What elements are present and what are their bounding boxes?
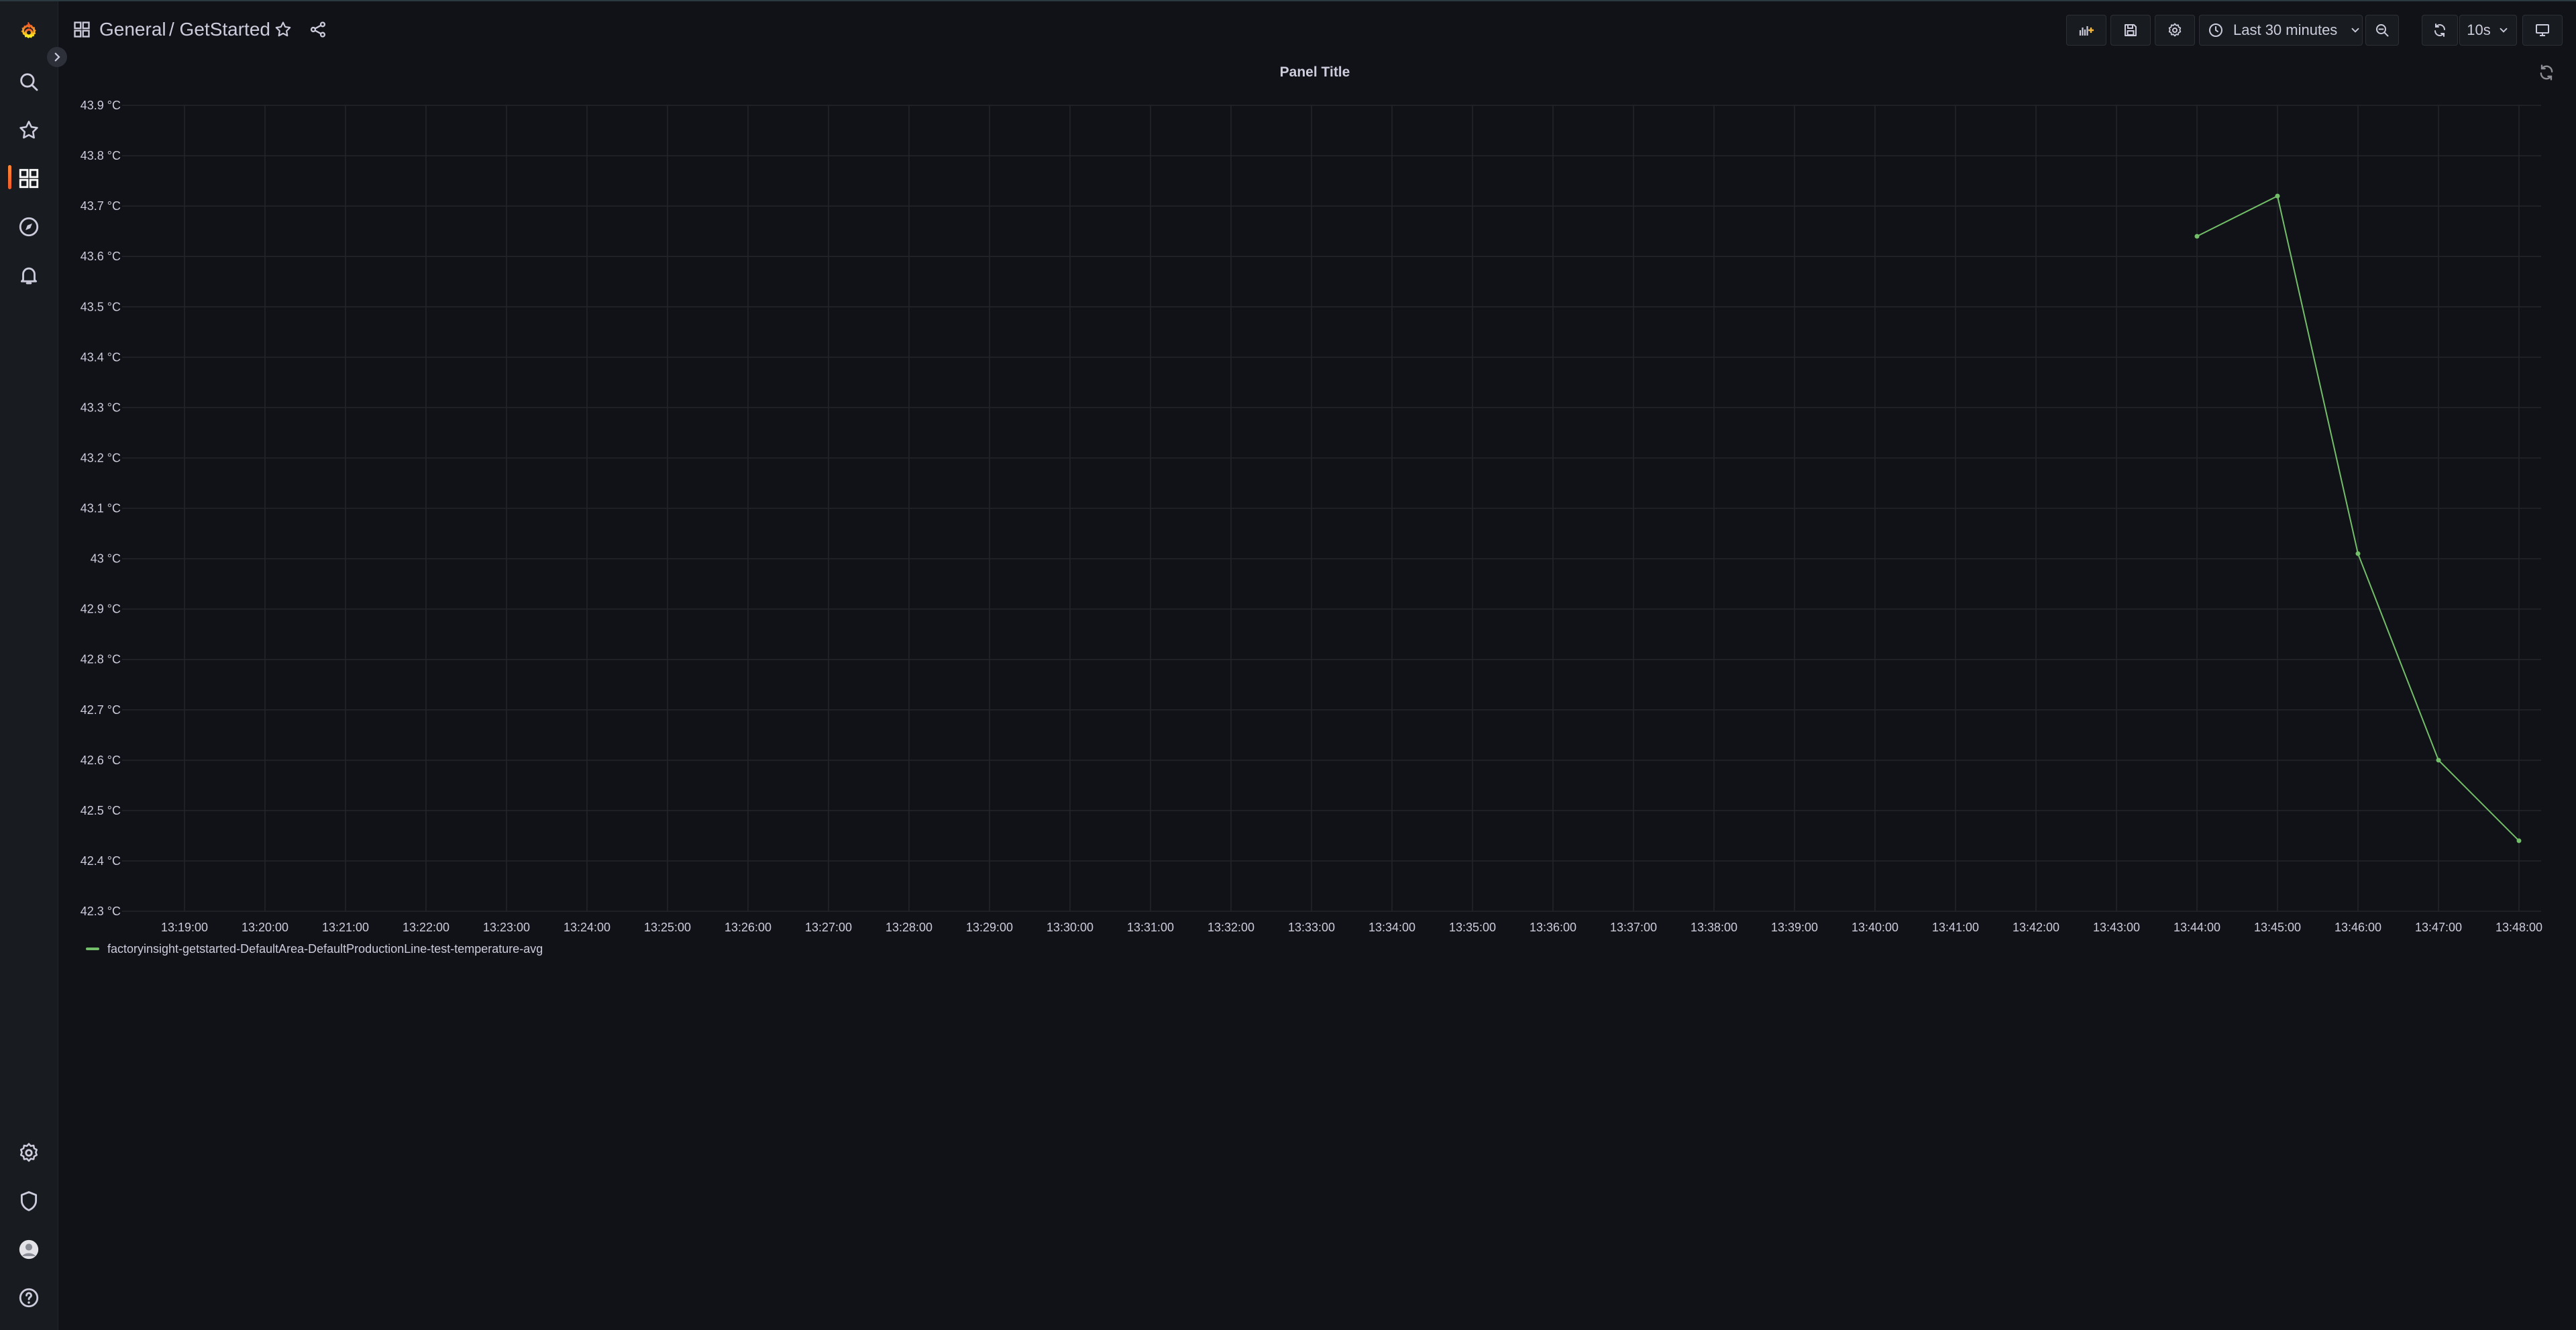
data-point <box>2275 193 2280 199</box>
time-series-chart[interactable]: 43.9 °C 43.8 °C 43.7 °C 43.6 °C 43.5 °C 43.4 … <box>0 0 2576 1330</box>
y-tick-label: 43 °C <box>91 552 121 566</box>
y-tick-label: 43.2 °C <box>80 451 121 464</box>
x-tick-label: 13:32:00 <box>1208 921 1254 934</box>
x-tick-label: 13:38:00 <box>1690 921 1737 934</box>
x-tick-label: 13:24:00 <box>564 921 610 934</box>
y-tick-label: 43.3 °C <box>80 401 121 414</box>
y-tick-label: 42.3 °C <box>80 905 121 918</box>
x-tick-label: 13:37:00 <box>1610 921 1657 934</box>
x-tick-label: 13:41:00 <box>1932 921 1979 934</box>
x-tick-label: 13:48:00 <box>2496 921 2542 934</box>
x-tick-label: 13:22:00 <box>402 921 449 934</box>
x-tick-label: 13:40:00 <box>1851 921 1898 934</box>
y-tick-label: 43.1 °C <box>80 502 121 515</box>
x-tick-label: 13:25:00 <box>644 921 691 934</box>
x-tick-label: 13:33:00 <box>1288 921 1335 934</box>
x-tick-label: 13:44:00 <box>2174 921 2220 934</box>
y-tick-label: 43.5 °C <box>80 300 121 313</box>
data-point <box>2355 551 2361 556</box>
y-tick-label: 43.9 °C <box>80 99 121 112</box>
y-tick-label: 43.4 °C <box>80 350 121 364</box>
x-tick-label: 13:21:00 <box>322 921 369 934</box>
y-tick-label: 43.7 °C <box>80 199 121 213</box>
x-tick-label: 13:29:00 <box>966 921 1013 934</box>
y-tick-label: 43.8 °C <box>80 149 121 162</box>
x-tick-label: 13:26:00 <box>724 921 771 934</box>
data-point <box>2436 758 2441 763</box>
x-tick-label: 13:42:00 <box>2012 921 2059 934</box>
legend-item[interactable]: factoryinsight-getstarted-DefaultArea-De… <box>86 940 543 958</box>
x-tick-label: 13:36:00 <box>1529 921 1576 934</box>
data-point <box>2516 838 2522 843</box>
x-tick-label: 13:47:00 <box>2415 921 2462 934</box>
x-tick-label: 13:19:00 <box>161 921 208 934</box>
x-tick-label: 13:27:00 <box>805 921 852 934</box>
x-tick-label: 13:43:00 <box>2093 921 2140 934</box>
x-tick-label: 13:31:00 <box>1127 921 1174 934</box>
y-tick-label: 42.5 °C <box>80 804 121 817</box>
y-tick-label: 42.4 °C <box>80 854 121 868</box>
x-tick-label: 13:35:00 <box>1449 921 1496 934</box>
x-tick-label: 13:45:00 <box>2254 921 2301 934</box>
x-tick-label: 13:46:00 <box>2334 921 2381 934</box>
x-tick-label: 13:30:00 <box>1046 921 1093 934</box>
x-tick-label: 13:39:00 <box>1771 921 1818 934</box>
y-tick-label: 42.6 °C <box>80 754 121 767</box>
y-tick-label: 43.6 °C <box>80 250 121 263</box>
x-tick-label: 13:23:00 <box>483 921 530 934</box>
x-tick-label: 13:28:00 <box>885 921 932 934</box>
data-point <box>2194 234 2200 239</box>
x-tick-label: 13:34:00 <box>1368 921 1415 934</box>
x-tick-label: 13:20:00 <box>241 921 288 934</box>
y-tick-label: 42.7 °C <box>80 703 121 717</box>
y-tick-label: 42.8 °C <box>80 653 121 666</box>
legend-swatch <box>86 948 99 950</box>
y-tick-label: 42.9 °C <box>80 603 121 616</box>
legend-label: factoryinsight-getstarted-DefaultArea-De… <box>107 941 543 956</box>
